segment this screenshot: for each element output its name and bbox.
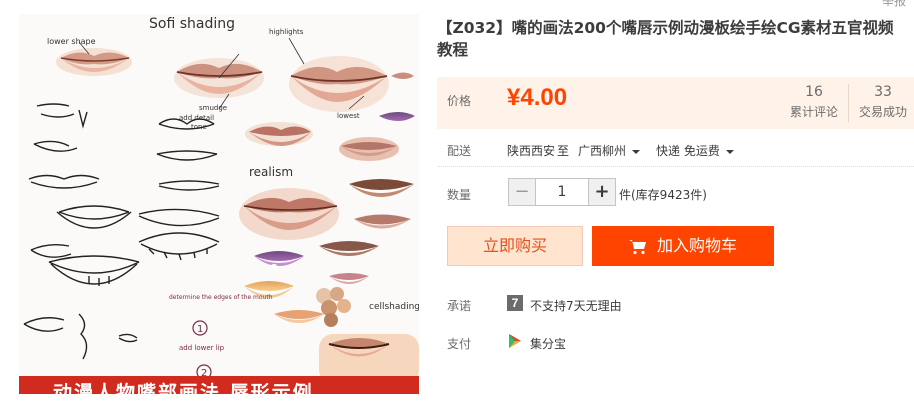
label-soft-shading: Sofi shading [149, 16, 235, 32]
add-to-cart-label: 加入购物车 [656, 236, 737, 255]
cart-icon [628, 240, 646, 255]
shipping-origin: 陕西西安 [507, 144, 556, 158]
label-lowest: lowest [337, 112, 360, 120]
buy-now-button[interactable]: 立即购买 [447, 226, 583, 266]
label-step1: 1 [197, 324, 203, 335]
image-banner: 动漫人物嘴部画法 唇形示例 [19, 376, 419, 394]
jifenbao-icon [507, 333, 523, 349]
price-label: 价格 [447, 94, 472, 108]
lips-realism-group: realism cellshading [239, 122, 419, 384]
quantity-stepper: − 1 + [508, 178, 616, 206]
sales-stat: 33 交易成功 [851, 83, 914, 121]
payment-text: 集分宝 [530, 337, 567, 351]
reviews-count: 16 [805, 84, 823, 100]
chevron-down-icon [632, 149, 641, 154]
label-determine: determine the edges of the mouth [169, 294, 273, 301]
promise-text: 不支持7天无理由 [530, 299, 622, 313]
shipping-to-word: 至 [557, 144, 570, 158]
sales-label: 交易成功 [858, 105, 907, 119]
lips-lineart-column [23, 103, 220, 360]
product-image[interactable]: Sofi shading lower shape highlights smud… [19, 14, 419, 394]
reviews-stat[interactable]: 16 累计评论 [782, 83, 846, 121]
sales-count: 33 [874, 84, 892, 100]
reviews-label: 累计评论 [789, 105, 838, 119]
divider [437, 166, 914, 167]
add-to-cart-button[interactable]: 加入购物车 [592, 226, 774, 266]
payment-label: 支付 [447, 337, 472, 351]
label-highlights: highlights [269, 28, 304, 36]
quantity-label: 数量 [447, 188, 472, 202]
shipping-destination: 广西柳州 [578, 144, 627, 158]
chevron-down-icon [725, 149, 734, 154]
promise-label: 承诺 [447, 299, 472, 313]
label-realism: realism [249, 165, 293, 179]
quantity-input[interactable]: 1 [536, 178, 588, 206]
lips-illustration: Sofi shading lower shape highlights smud… [23, 16, 419, 384]
label-lower-shape: lower shape [47, 37, 96, 46]
shipping-method-select[interactable]: 快递 免运费 [656, 142, 734, 159]
shipping-label: 配送 [447, 144, 472, 158]
image-banner-text: 动漫人物嘴部画法 唇形示例 [53, 382, 314, 394]
stock-text: 件(库存9423件) [619, 188, 707, 202]
lips-painted-row1 [56, 48, 415, 121]
shipping-method: 快递 免运费 [656, 144, 720, 158]
price-value: ¥4.00 [507, 84, 568, 111]
label-smudge: smudge [199, 104, 227, 112]
label-cellshading: cellshading [369, 302, 419, 312]
quantity-increase-button[interactable]: + [588, 178, 616, 206]
quantity-decrease-button[interactable]: − [508, 178, 536, 206]
label-add-lower-lip: add lower lip [179, 344, 225, 352]
shipping-destination-select[interactable]: 广西柳州 [578, 142, 641, 159]
seven-day-icon: 7 [507, 295, 523, 311]
report-link[interactable]: 举报 [882, 0, 906, 9]
product-title: 【Z032】嘴的画法200个嘴唇示例动漫板绘手绘CG素材五官视频教程 [437, 19, 894, 59]
stat-divider [848, 84, 849, 122]
step-notes: determine the edges of the mouth 1 add l… [169, 294, 273, 380]
